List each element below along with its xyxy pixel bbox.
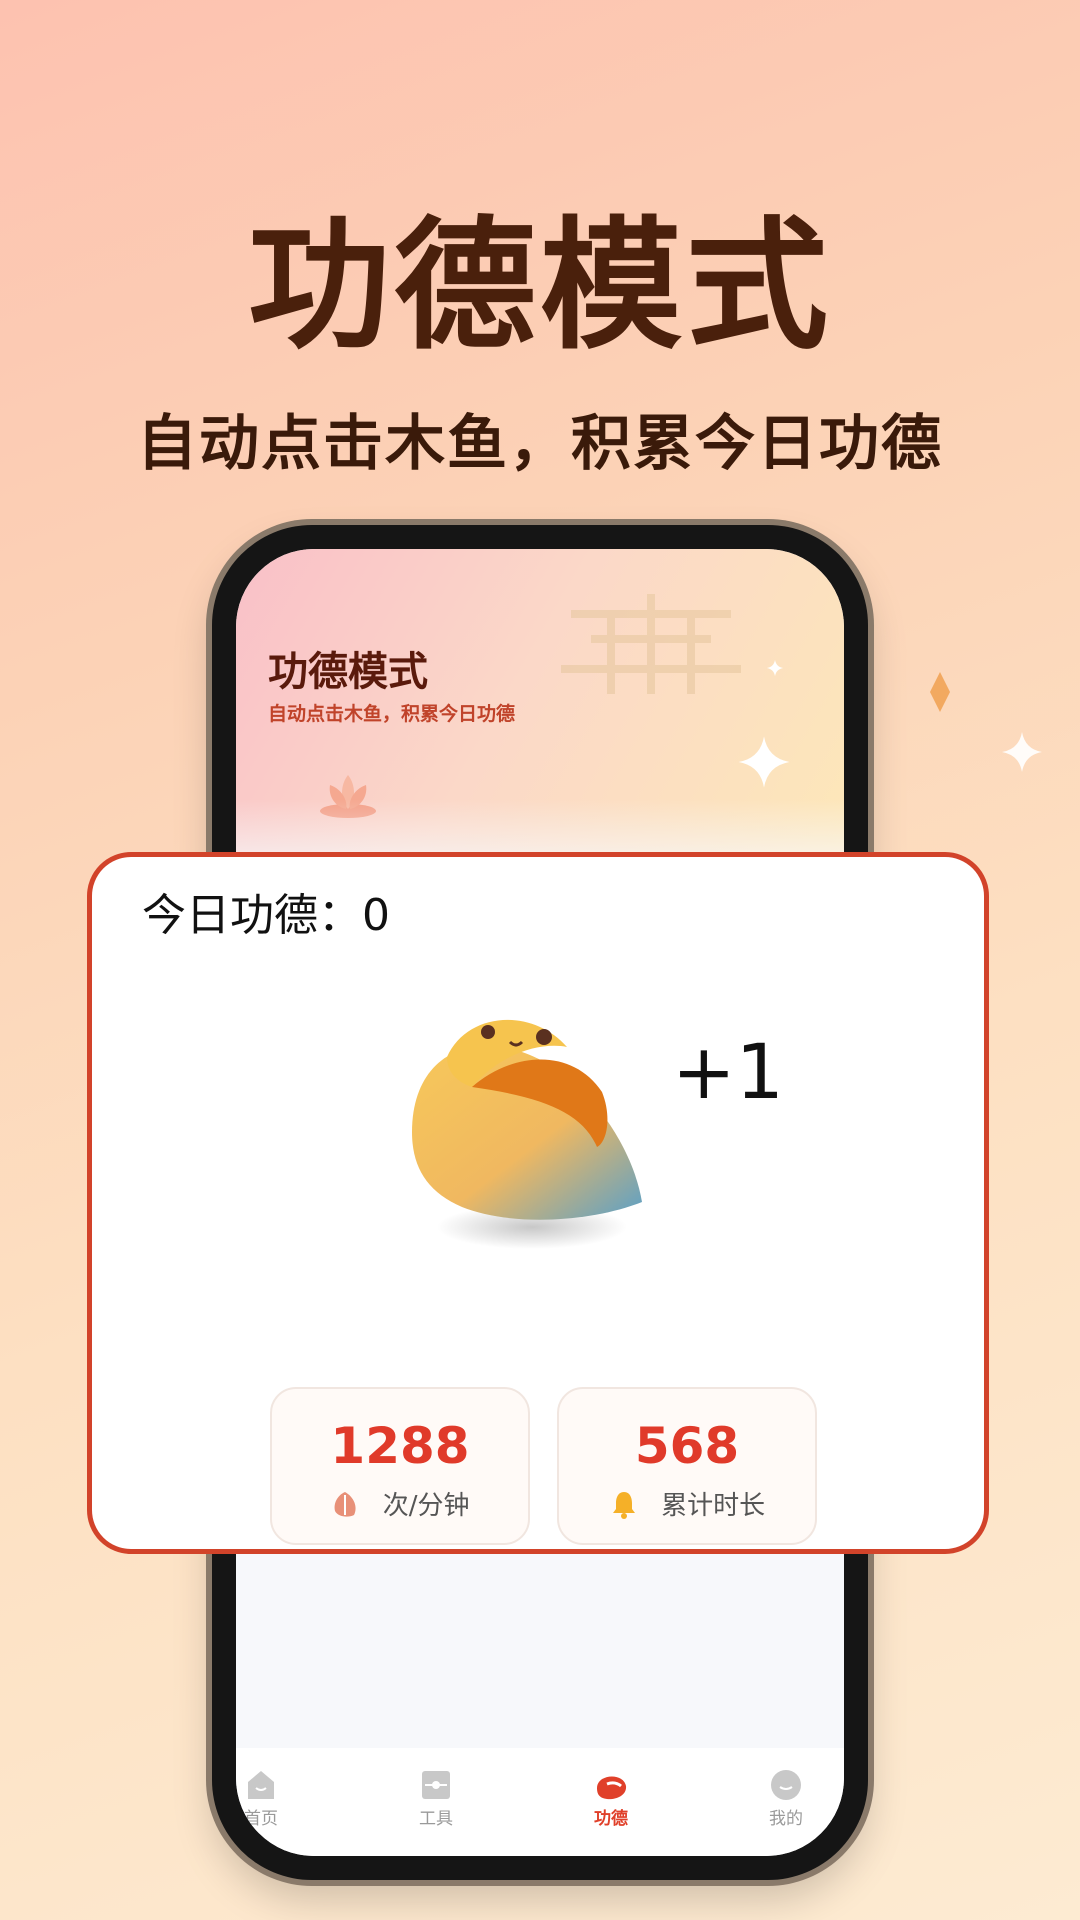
merit-card: 今日功德：0 +1 1288 次/分钟 568 累计时长 (87, 852, 989, 1554)
profile-icon (771, 1770, 801, 1800)
stat-duration-value: 568 (634, 1417, 740, 1475)
tab-profile[interactable]: 我的 (726, 1768, 844, 1829)
small-sparkle-icon (766, 659, 784, 677)
woodfish-small-icon (335, 1491, 357, 1517)
bell-icon (612, 1491, 635, 1519)
promo-subtitle: 自动点击木鱼，积累今日功德 (137, 409, 943, 479)
home-icon (248, 1771, 274, 1799)
stat-rate-label: 次/分钟 (382, 1491, 470, 1521)
screen-subtitle: 自动点击木鱼，积累今日功德 (268, 703, 516, 725)
bottom-tab-bar: 首页 工具 功德 我的 (236, 1748, 844, 1856)
tab-profile-label: 我的 (769, 1809, 803, 1829)
today-merit-label: 今日功德：0 (142, 890, 390, 941)
stat-rate: 1288 次/分钟 (270, 1387, 530, 1545)
stat-duration: 568 累计时长 (557, 1387, 817, 1545)
tab-home-label: 首页 (244, 1809, 278, 1829)
lotus-icon (320, 775, 376, 818)
tab-home[interactable]: 首页 (236, 1768, 321, 1829)
tab-tools[interactable]: 工具 (376, 1768, 496, 1829)
diamond-sparkle-icon (930, 672, 950, 712)
tab-merit[interactable]: 功德 (551, 1768, 671, 1829)
star-sparkle-icon (1002, 732, 1042, 772)
stat-rate-value: 1288 (330, 1417, 470, 1475)
tab-tools-label: 工具 (419, 1809, 453, 1829)
pavilion-icon (561, 594, 741, 694)
woodfish-icon[interactable] (392, 992, 672, 1262)
woodfish-icon (597, 1776, 627, 1800)
star-sparkle-icon (738, 736, 790, 788)
stat-rate-caption: 次/分钟 (272, 1485, 528, 1522)
promo-title: 功德模式 (248, 204, 832, 369)
increment-label: +1 (672, 1027, 785, 1116)
screen-title: 功德模式 (268, 649, 428, 695)
stat-duration-caption: 累计时长 (559, 1485, 815, 1522)
stat-duration-label: 累计时长 (661, 1491, 766, 1521)
tab-merit-label: 功德 (594, 1809, 628, 1829)
screen-header: 功德模式 自动点击木鱼，积累今日功德 (236, 549, 844, 889)
tool-icon (422, 1771, 450, 1799)
